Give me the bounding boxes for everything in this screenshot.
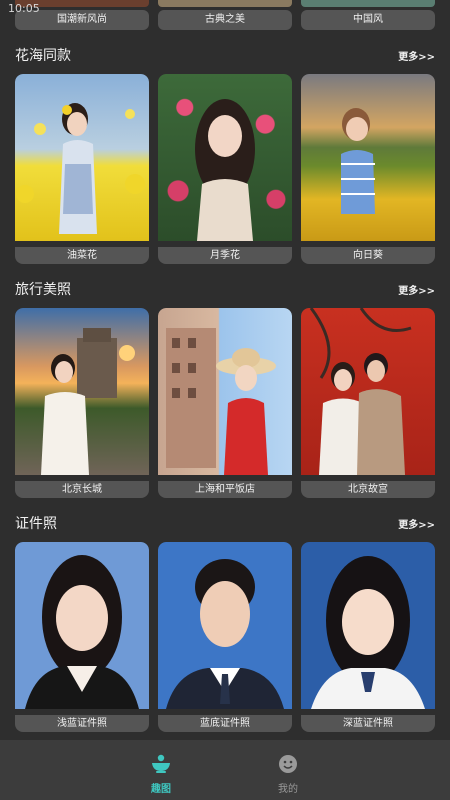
section-title: 旅行美照	[15, 282, 71, 298]
light-blue-id-photo	[15, 542, 149, 709]
portrait-illustration	[41, 328, 135, 475]
rapeseed-photo	[15, 74, 149, 241]
template-card-blue-id[interactable]: 蓝底证件照	[158, 542, 292, 732]
card-label: 上海和平饭店	[158, 481, 292, 498]
forbidden-city-photo	[301, 308, 435, 475]
template-card-light-blue-id[interactable]: 浅蓝证件照	[15, 542, 149, 732]
card-label: 北京故宫	[301, 481, 435, 498]
card-label: 蓝底证件照	[158, 715, 292, 732]
great-wall-photo	[15, 308, 149, 475]
card-label: 北京长城	[15, 481, 149, 498]
smiley-icon	[279, 755, 297, 773]
template-card-shanghai[interactable]: 上海和平饭店	[158, 308, 292, 498]
portrait-illustration	[166, 328, 276, 475]
card-label: 向日葵	[301, 247, 435, 264]
template-card-great-wall[interactable]: 北京长城	[15, 308, 149, 498]
top-card-image	[158, 0, 292, 7]
template-card-sunflower[interactable]: 向日葵	[301, 74, 435, 264]
portrait-illustration	[311, 556, 425, 709]
card-label: 深蓝证件照	[301, 715, 435, 732]
blue-id-photo	[158, 542, 292, 709]
card-label: 油菜花	[15, 247, 149, 264]
bowl-icon	[152, 754, 170, 773]
card-label: 浅蓝证件照	[15, 715, 149, 732]
nav-label: 我的	[278, 784, 298, 795]
top-card-image	[301, 0, 435, 7]
sunflower-photo	[301, 74, 435, 241]
section-title: 证件照	[15, 516, 57, 532]
portrait-illustration	[25, 555, 139, 709]
portrait-illustration	[309, 308, 412, 475]
status-time: 10:05	[8, 2, 40, 15]
more-link[interactable]: 更多>>	[398, 282, 435, 297]
rose-photo	[158, 74, 292, 241]
nav-tab-mine[interactable]: 我的	[258, 754, 318, 795]
portrait-illustration	[341, 108, 375, 214]
template-card-forbidden-city[interactable]: 北京故宫	[301, 308, 435, 498]
top-card-3[interactable]: 中国风	[301, 0, 435, 30]
nav-label: 趣图	[151, 784, 171, 795]
shanghai-photo	[158, 308, 292, 475]
template-card-rapeseed[interactable]: 油菜花	[15, 74, 149, 264]
top-card-label: 中国风	[301, 10, 435, 30]
more-link[interactable]: 更多>>	[398, 48, 435, 63]
portrait-illustration	[195, 99, 255, 241]
bottom-nav: 趣图 我的	[0, 740, 450, 800]
nav-tab-qutu[interactable]: 趣图	[131, 754, 191, 795]
dark-blue-id-photo	[301, 542, 435, 709]
section-title: 花海同款	[15, 48, 71, 64]
portrait-illustration	[166, 559, 284, 709]
card-label: 月季花	[158, 247, 292, 264]
top-card-label: 古典之美	[158, 10, 292, 30]
more-link[interactable]: 更多>>	[398, 516, 435, 531]
top-card-2[interactable]: 古典之美	[158, 0, 292, 30]
template-card-rose[interactable]: 月季花	[158, 74, 292, 264]
portrait-illustration	[16, 103, 145, 234]
template-card-dark-blue-id[interactable]: 深蓝证件照	[301, 542, 435, 732]
